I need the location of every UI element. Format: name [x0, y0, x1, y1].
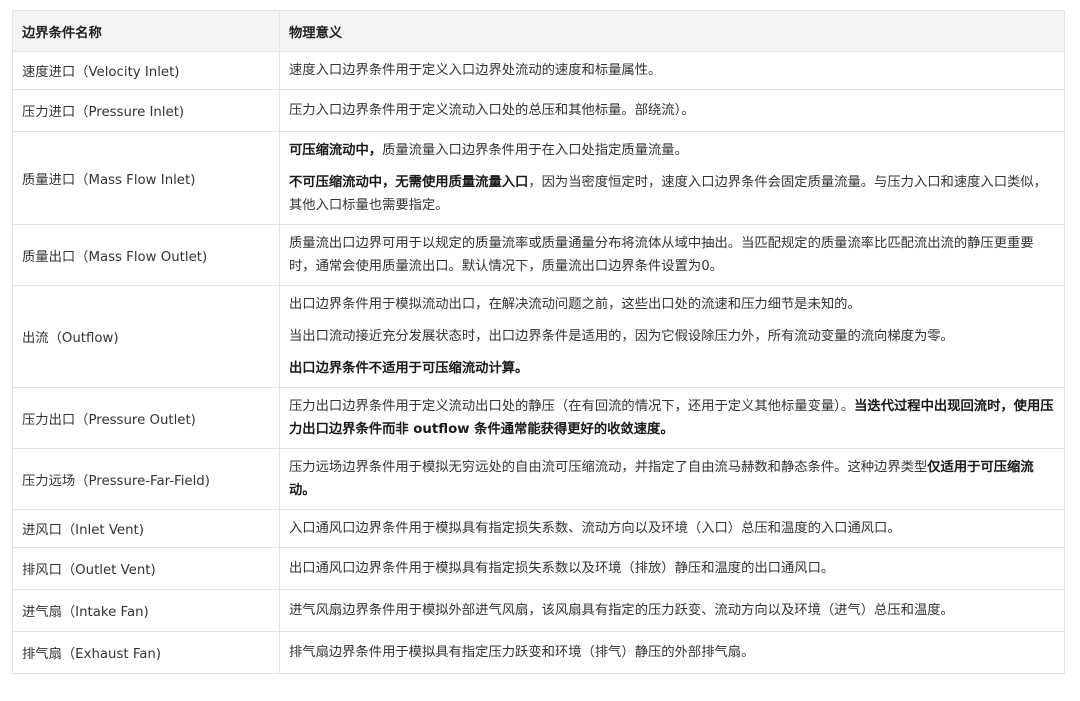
meaning-paragraph: 出口边界条件不适用于可压缩流动计算。 [289, 357, 1055, 380]
physical-meaning-cell: 压力远场边界条件用于模拟无穷远处的自由流可压缩流动，并指定了自由流马赫数和静态条… [279, 448, 1065, 510]
body-text: 压力出口边界条件用于定义流动出口处的静压（在有回流的情况下，还用于定义其他标量变… [289, 399, 855, 414]
boundary-name-cell: 速度进口（Velocity Inlet) [12, 51, 280, 90]
meaning-paragraph: 出口通风口边界条件用于模拟具有指定损失系数以及环境（排放）静压和温度的出口通风口… [289, 557, 1055, 580]
physical-meaning-cell: 入口通风口边界条件用于模拟具有指定损失系数、流动方向以及环境（入口）总压和温度的… [279, 509, 1065, 548]
meaning-paragraph: 质量流出口边界可用于以规定的质量流率或质量通量分布将流体从域中抽出。当匹配规定的… [289, 232, 1055, 278]
body-text: 排气扇边界条件用于模拟具有指定压力跃变和环境（排气）静压的外部排气扇。 [289, 645, 755, 660]
header-meaning: 物理意义 [279, 10, 1065, 52]
meaning-paragraph: 入口通风口边界条件用于模拟具有指定损失系数、流动方向以及环境（入口）总压和温度的… [289, 517, 1055, 540]
boundary-name-cell: 出流（Outflow) [12, 285, 280, 388]
physical-meaning-cell: 出口通风口边界条件用于模拟具有指定损失系数以及环境（排放）静压和温度的出口通风口… [279, 547, 1065, 590]
meaning-paragraph: 当出口流动接近充分发展状态时，出口边界条件是适用的，因为它假设除压力外，所有流动… [289, 325, 1055, 348]
body-text: 出口边界条件用于模拟流动出口，在解决流动问题之前，这些出口处的流速和压力细节是未… [289, 297, 861, 312]
body-text: 质量流出口边界可用于以规定的质量流率或质量通量分布将流体从域中抽出。当匹配规定的… [289, 236, 1034, 274]
boundary-name-cell: 压力出口（Pressure Outlet) [12, 387, 280, 449]
physical-meaning-cell: 排气扇边界条件用于模拟具有指定压力跃变和环境（排气）静压的外部排气扇。 [279, 631, 1065, 674]
physical-meaning-cell: 压力入口边界条件用于定义流动入口处的总压和其他标量。部绕流）。 [279, 89, 1065, 132]
boundary-conditions-table-container: 边界条件名称 物理意义 速度进口（Velocity Inlet) 速度入口边界条件… [12, 10, 1065, 674]
physical-meaning-cell: 质量流出口边界可用于以规定的质量流率或质量通量分布将流体从域中抽出。当匹配规定的… [279, 224, 1065, 286]
body-text: 压力远场边界条件用于模拟无穷远处的自由流可压缩流动，并指定了自由流马赫数和静态条… [289, 460, 928, 475]
boundary-name-cell: 质量出口（Mass Flow Outlet) [12, 224, 280, 286]
boundary-name-cell: 压力进口（Pressure Inlet) [12, 89, 280, 132]
meaning-paragraph: 排气扇边界条件用于模拟具有指定压力跃变和环境（排气）静压的外部排气扇。 [289, 641, 1055, 664]
table-row: 压力远场（Pressure-Far-Field) 压力远场边界条件用于模拟无穷远处… [12, 448, 1065, 510]
physical-meaning-cell: 进气风扇边界条件用于模拟外部进气风扇，该风扇具有指定的压力跃变、流动方向以及环境… [279, 589, 1065, 632]
boundary-conditions-table: 边界条件名称 物理意义 速度进口（Velocity Inlet) 速度入口边界条件… [12, 10, 1065, 674]
meaning-paragraph: 可压缩流动中，质量流量入口边界条件用于在入口处指定质量流量。 [289, 139, 1055, 162]
body-text: 当出口流动接近充分发展状态时，出口边界条件是适用的，因为它假设除压力外，所有流动… [289, 329, 954, 344]
table-row: 质量进口（Mass Flow Inlet) 可压缩流动中，质量流量入口边界条件用于… [12, 131, 1065, 225]
table-row: 速度进口（Velocity Inlet) 速度入口边界条件用于定义入口边界处流动的… [12, 51, 1065, 90]
table-row: 压力出口（Pressure Outlet) 压力出口边界条件用于定义流动出口处的静… [12, 387, 1065, 449]
body-text: 进气风扇边界条件用于模拟外部进气风扇，该风扇具有指定的压力跃变、流动方向以及环境… [289, 603, 954, 618]
boundary-name-cell: 进气扇（Intake Fan) [12, 589, 280, 632]
physical-meaning-cell: 压力出口边界条件用于定义流动出口处的静压（在有回流的情况下，还用于定义其他标量变… [279, 387, 1065, 449]
body-text: 质量流量入口边界条件用于在入口处指定质量流量。 [382, 143, 688, 158]
table-row: 压力进口（Pressure Inlet) 压力入口边界条件用于定义流动入口处的总压… [12, 89, 1065, 132]
body-text: 压力入口边界条件用于定义流动入口处的总压和其他标量。部绕流）。 [289, 103, 695, 118]
physical-meaning-cell: 可压缩流动中，质量流量入口边界条件用于在入口处指定质量流量。不可压缩流动中，无需… [279, 131, 1065, 225]
emphasis-text: 可压缩流动中， [289, 143, 383, 158]
physical-meaning-cell: 速度入口边界条件用于定义入口边界处流动的速度和标量属性。 [279, 51, 1065, 90]
table-row: 进气扇（Intake Fan) 进气风扇边界条件用于模拟外部进气风扇，该风扇具有指… [12, 589, 1065, 632]
table-row: 排风口（Outlet Vent) 出口通风口边界条件用于模拟具有指定损失系数以及环… [12, 547, 1065, 590]
meaning-paragraph: 压力入口边界条件用于定义流动入口处的总压和其他标量。部绕流）。 [289, 99, 1055, 122]
table-row: 排气扇（Exhaust Fan) 排气扇边界条件用于模拟具有指定压力跃变和环境（排… [12, 631, 1065, 674]
meaning-paragraph: 不可压缩流动中，无需使用质量流量入口，因为当密度恒定时，速度入口边界条件会固定质… [289, 171, 1055, 217]
table-row: 出流（Outflow) 出口边界条件用于模拟流动出口，在解决流动问题之前，这些出口… [12, 285, 1065, 388]
emphasis-text: 出口边界条件不适用于可压缩流动计算。 [289, 361, 529, 376]
body-text: 出口通风口边界条件用于模拟具有指定损失系数以及环境（排放）静压和温度的出口通风口… [289, 561, 835, 576]
boundary-name-cell: 质量进口（Mass Flow Inlet) [12, 131, 280, 225]
body-text: 入口通风口边界条件用于模拟具有指定损失系数、流动方向以及环境（入口）总压和温度的… [289, 521, 901, 536]
boundary-name-cell: 压力远场（Pressure-Far-Field) [12, 448, 280, 510]
body-text: 速度入口边界条件用于定义入口边界处流动的速度和标量属性。 [289, 63, 662, 78]
emphasis-text: 不可压缩流动中，无需使用质量流量入口 [289, 175, 529, 190]
meaning-paragraph: 速度入口边界条件用于定义入口边界处流动的速度和标量属性。 [289, 59, 1055, 82]
table-row: 质量出口（Mass Flow Outlet) 质量流出口边界可用于以规定的质量流率… [12, 224, 1065, 286]
table-header-row: 边界条件名称 物理意义 [12, 10, 1065, 52]
boundary-name-cell: 进风口（Inlet Vent) [12, 509, 280, 548]
header-name: 边界条件名称 [12, 10, 280, 52]
meaning-paragraph: 出口边界条件用于模拟流动出口，在解决流动问题之前，这些出口处的流速和压力细节是未… [289, 293, 1055, 316]
meaning-paragraph: 压力出口边界条件用于定义流动出口处的静压（在有回流的情况下，还用于定义其他标量变… [289, 395, 1055, 441]
table-row: 进风口（Inlet Vent) 入口通风口边界条件用于模拟具有指定损失系数、流动方… [12, 509, 1065, 548]
boundary-name-cell: 排气扇（Exhaust Fan) [12, 631, 280, 674]
meaning-paragraph: 进气风扇边界条件用于模拟外部进气风扇，该风扇具有指定的压力跃变、流动方向以及环境… [289, 599, 1055, 622]
boundary-name-cell: 排风口（Outlet Vent) [12, 547, 280, 590]
meaning-paragraph: 压力远场边界条件用于模拟无穷远处的自由流可压缩流动，并指定了自由流马赫数和静态条… [289, 456, 1055, 502]
physical-meaning-cell: 出口边界条件用于模拟流动出口，在解决流动问题之前，这些出口处的流速和压力细节是未… [279, 285, 1065, 388]
